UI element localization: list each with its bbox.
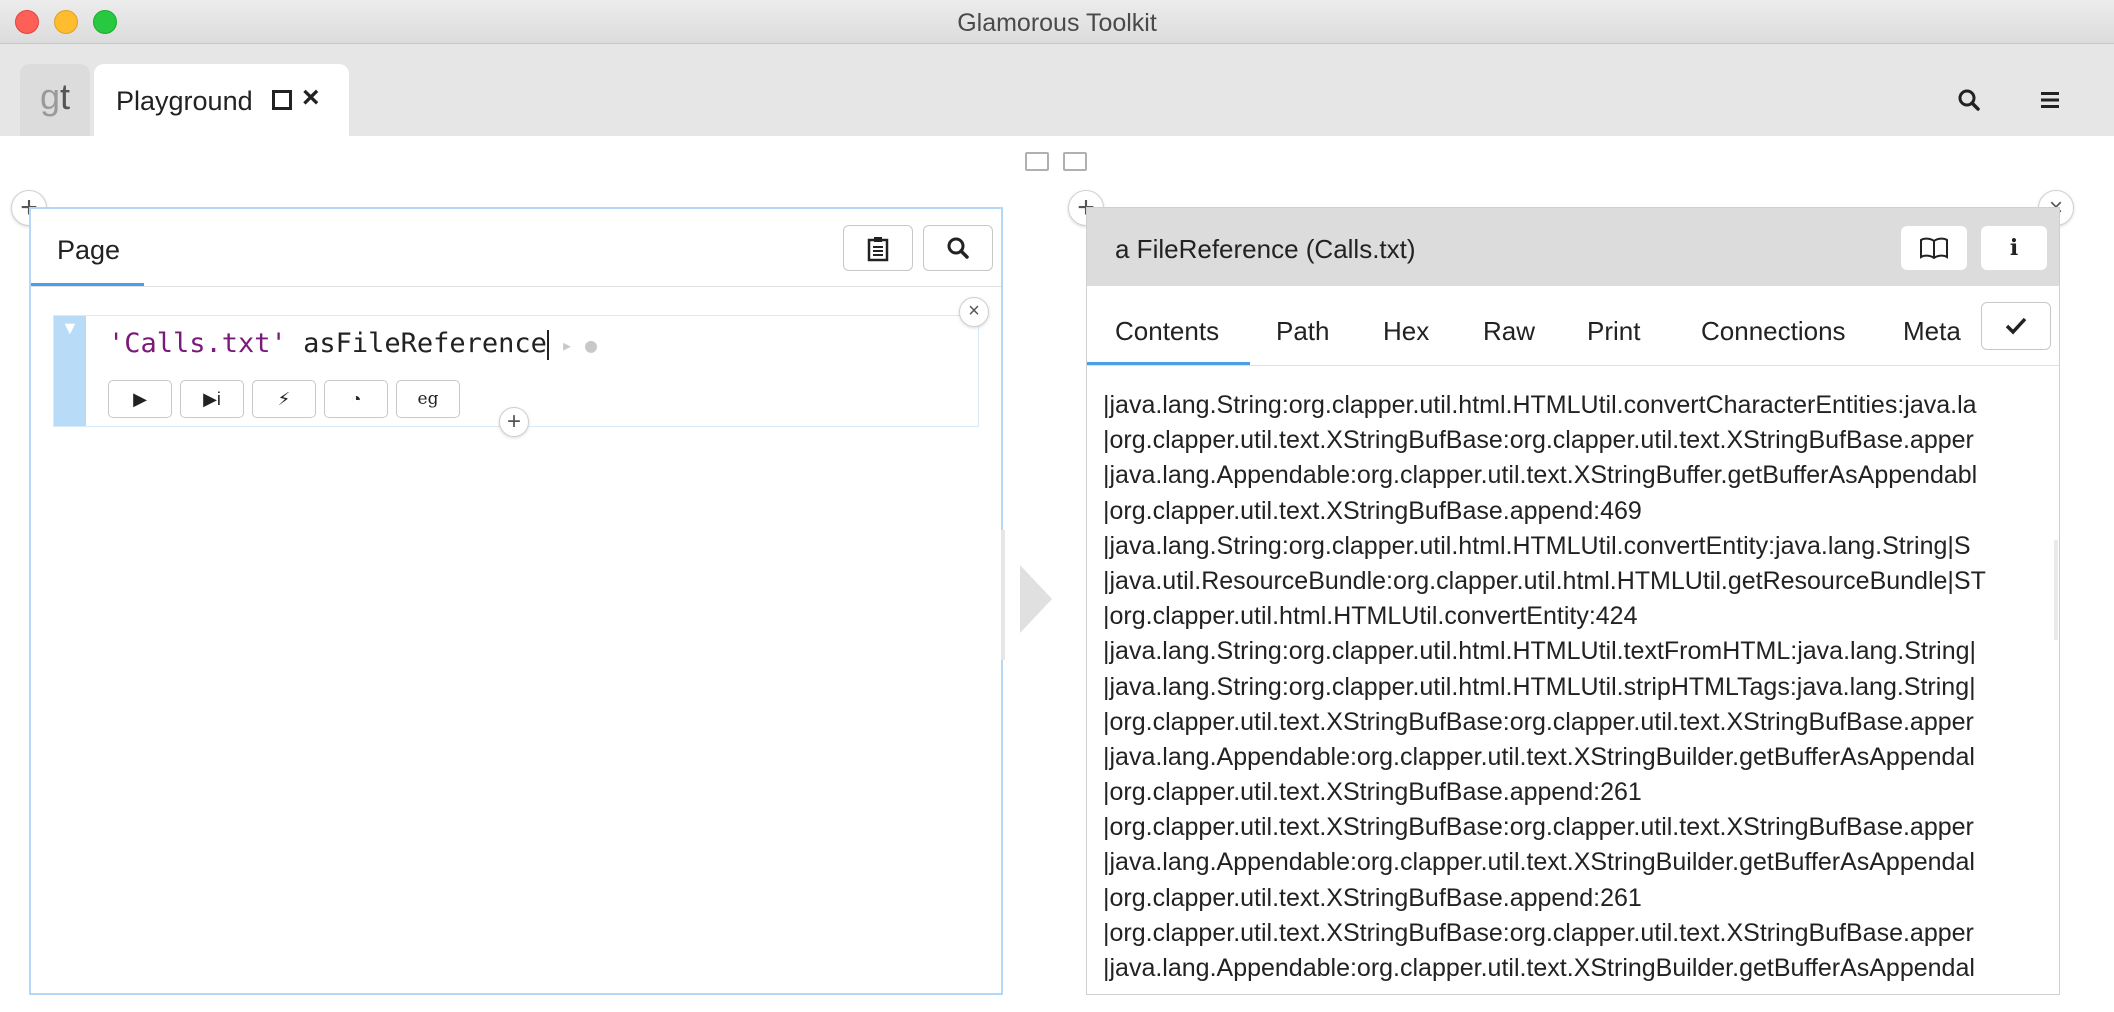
inspector-title: a FileReference (Calls.txt) [1115, 234, 1416, 264]
book-icon [1920, 237, 1948, 260]
collapse-triangle-icon: ▼ [61, 318, 79, 338]
code-editor[interactable]: 'Calls.txt' asFileReference ▸ ● [108, 328, 597, 360]
info-icon: i [2009, 235, 2019, 261]
content-line: |java.util.ResourceBundle:org.clapper.ut… [1103, 566, 1986, 595]
content-line: |org.clapper.util.text.XStringBufBase:or… [1103, 707, 1974, 736]
tab-page[interactable]: Page [57, 235, 120, 266]
title-bar: Glamorous Toolkit [0, 0, 2114, 44]
content-line: |java.lang.Appendable:org.clapper.util.t… [1103, 848, 1975, 877]
content-line: |java.lang.Appendable:org.clapper.util.t… [1103, 742, 1975, 771]
content-line: |java.lang.Appendable:org.clapper.util.t… [1103, 954, 1975, 982]
inline-run-hint-icon: ▸ ● [548, 333, 598, 357]
tab-connections[interactable]: Connections [1701, 316, 1846, 347]
info-button[interactable]: i [1981, 226, 2047, 270]
examples-button[interactable]: eg [396, 380, 460, 418]
pane-resizer[interactable] [1001, 530, 1005, 660]
content-line: |org.clapper.util.text.XStringBufBase.ap… [1103, 778, 1642, 807]
tab-path[interactable]: Path [1276, 316, 1330, 347]
file-contents[interactable]: |java.lang.String:org.clapper.util.html.… [1103, 388, 2043, 988]
inspector-pane: a FileReference (Calls.txt) i Contents P… [1086, 207, 2060, 995]
tab-hex[interactable]: Hex [1383, 316, 1429, 347]
pane-arrow-icon [1020, 565, 1052, 633]
scrollbar[interactable] [2054, 540, 2058, 640]
playground-pane: Page ▼ 'Calls.txt' asFileReference ▸ ● ▶… [29, 207, 1003, 995]
add-snippet-button[interactable]: + [499, 407, 529, 437]
window-title: Glamorous Toolkit [957, 9, 1157, 37]
gt-logo[interactable]: gt [20, 64, 90, 136]
browse-button[interactable] [1901, 226, 1967, 270]
accept-button[interactable] [1981, 302, 2051, 350]
content-line: |org.clapper.util.text.XStringBufBase.ap… [1103, 883, 1642, 912]
pager-page-1[interactable] [1025, 152, 1049, 171]
tab-playground[interactable]: Playground × [94, 64, 349, 136]
code-message: asFileReference [286, 328, 547, 359]
inspector-header: a FileReference (Calls.txt) i [1087, 208, 2059, 286]
profile-button[interactable]: ◔ [324, 380, 388, 418]
tab-print[interactable]: Print [1587, 316, 1640, 347]
close-tab-icon[interactable]: × [302, 81, 320, 115]
content-line: |java.lang.String:org.clapper.util.html.… [1103, 531, 1971, 560]
check-icon [2005, 317, 2027, 335]
content-line: |org.clapper.util.text.XStringBufBase:or… [1103, 918, 1974, 947]
content-line: |org.clapper.util.text.XStringBufBase.ap… [1103, 496, 1642, 525]
tab-meta[interactable]: Meta [1903, 316, 1961, 347]
menu-icon[interactable] [2040, 90, 2060, 110]
remove-snippet-button[interactable]: × [959, 297, 989, 327]
tab-divider [1087, 365, 2059, 366]
tab-label: Playground [116, 86, 253, 116]
content-line: |org.clapper.util.text.XStringBufBase:or… [1103, 426, 1974, 455]
tab-divider [31, 286, 1001, 287]
snippet-collapse-handle[interactable]: ▼ [54, 316, 86, 426]
tab-contents[interactable]: Contents [1115, 316, 1219, 347]
content-line: |java.lang.String:org.clapper.util.html.… [1103, 391, 1977, 419]
debug-button[interactable]: ⚡ [252, 380, 316, 418]
content-line: |org.clapper.util.text.XStringBufBase:or… [1103, 813, 1974, 842]
content-line: |java.lang.String:org.clapper.util.html.… [1103, 637, 1977, 666]
content-line: |java.lang.String:org.clapper.util.html.… [1103, 672, 1976, 701]
pager-page-2[interactable] [1063, 152, 1087, 171]
clipboard-icon [867, 237, 889, 262]
search-icon[interactable] [1958, 89, 1980, 111]
tab-raw[interactable]: Raw [1483, 316, 1535, 347]
clipboard-button[interactable] [843, 225, 913, 271]
inspector-tabs: Contents Path Hex Raw Print Connections … [1087, 286, 2059, 364]
maximize-tab-icon[interactable] [272, 90, 292, 110]
search-page-button[interactable] [923, 225, 993, 271]
code-string-literal: 'Calls.txt' [108, 328, 287, 359]
content-line: |java.lang.Appendable:org.clapper.util.t… [1103, 461, 1978, 490]
do-it-button[interactable]: ▶ [108, 380, 172, 418]
logo-t: t [60, 76, 71, 117]
search-icon [947, 237, 969, 259]
content-line: |org.clapper.util.html.HTMLUtil.convertE… [1103, 602, 1638, 631]
tab-bar: gt Playground × [0, 44, 2114, 136]
logo-g: g [39, 76, 60, 117]
do-it-and-inspect-button[interactable]: ▶i [180, 380, 244, 418]
